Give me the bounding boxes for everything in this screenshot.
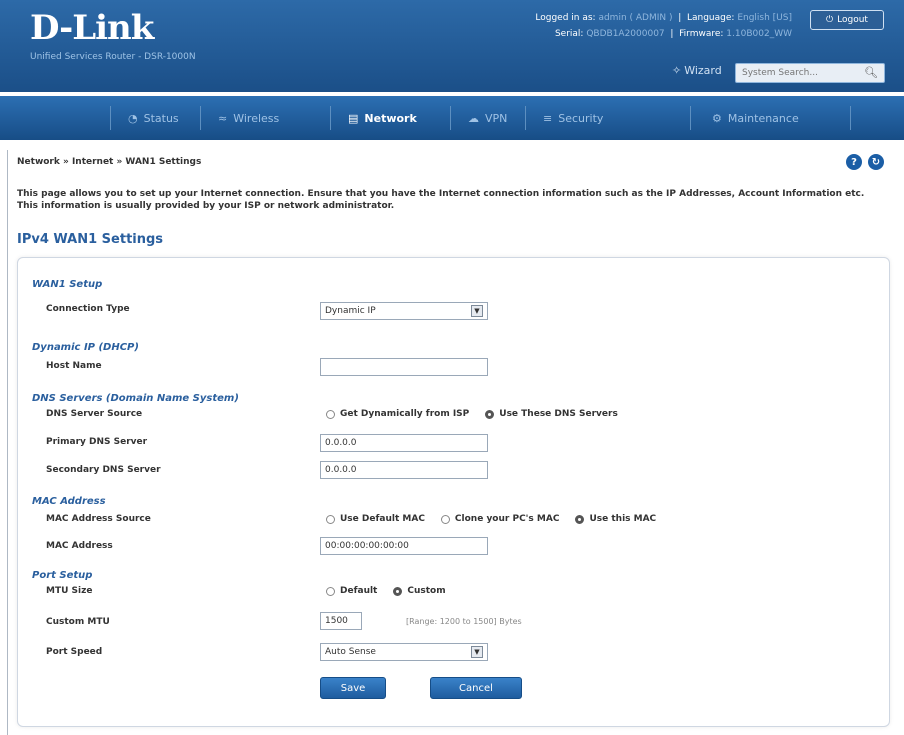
secondary-dns-label: Secondary DNS Server [46,465,161,475]
mtu-size-label: MTU Size [46,586,93,596]
language-label: Language: [686,13,735,23]
nav-divider [330,106,331,130]
port-setup-heading: Port Setup [32,570,93,581]
mac-source-label: MAC Address Source [46,514,151,524]
network-icon: ▤ [348,111,359,125]
nav-network-label: Network [364,111,417,125]
mtu-custom-label: Custom [407,586,446,596]
logged-in-user: admin ( ADMIN ) [598,13,673,23]
mac-address-label: MAC Address [46,541,113,551]
nav-vpn-label: VPN [485,111,508,125]
page-title: IPv4 WAN1 Settings [17,232,164,247]
port-speed-select[interactable]: Auto Sense ▼ [320,643,488,661]
dashboard-icon: ◔ [128,111,138,125]
mac-default-label: Use Default MAC [340,514,425,524]
product-subtitle: Unified Services Router - DSR-1000N [30,52,196,62]
port-speed-value: Auto Sense [325,647,376,657]
nav-divider [450,106,451,130]
header-info: Logged in as: admin ( ADMIN ) | Language… [535,13,792,39]
host-name-input[interactable] [320,358,488,376]
mac-clone-radio[interactable]: Clone your PC's MAC [440,514,560,524]
logout-label: Logout [837,15,868,25]
language-value[interactable]: English [US] [737,13,792,23]
wizard-label: Wizard [684,64,722,77]
chevron-down-icon: ▼ [471,646,483,658]
lock-icon: ≡ [543,111,553,125]
dhcp-heading: Dynamic IP (DHCP) [32,342,139,353]
mac-address-input[interactable] [320,537,488,555]
page-description: This page allows you to set up your Inte… [17,189,865,211]
dlink-logo: D-Link [30,8,154,48]
dns-manual-radio[interactable]: Use These DNS Servers [485,409,618,419]
mac-default-radio[interactable]: Use Default MAC [326,514,425,524]
nav-maintenance[interactable]: ⚙︎ Maintenance [712,96,799,140]
firmware-label: Firmware: [679,29,724,39]
serial-label: Serial: [554,29,584,39]
search-icon[interactable]: 🔍︎ [864,66,878,80]
custom-mtu-hint: [Range: 1200 to 1500] Bytes [406,617,522,626]
nav-divider [525,106,526,130]
secondary-dns-input[interactable] [320,461,488,479]
nav-network[interactable]: ▤ Network [348,96,417,140]
custom-mtu-label: Custom MTU [46,617,110,627]
mac-heading: MAC Address [32,496,106,507]
nav-security-label: Security [558,111,604,125]
primary-dns-input[interactable] [320,434,488,452]
serial-value: QBDB1A2000007 [586,29,665,39]
mac-clone-label: Clone your PC's MAC [454,514,560,524]
dns-source-radio-group: Get Dynamically from ISP Use These DNS S… [326,409,618,419]
mac-custom-radio[interactable]: Use this MAC [575,514,656,524]
wizard-link[interactable]: ✧ Wizard [672,64,722,77]
header-bar: D-Link Unified Services Router - DSR-100… [0,0,904,92]
save-button[interactable]: Save [320,677,386,699]
refresh-icon[interactable]: ↻ [868,154,884,170]
nav-status-label: Status [143,111,179,125]
nav-divider [690,106,691,130]
nav-divider [110,106,111,130]
custom-mtu-input[interactable] [320,612,362,630]
nav-wireless-label: Wireless [233,111,280,125]
content-border [7,150,8,735]
cancel-button[interactable]: Cancel [430,677,522,699]
nav-divider [850,106,851,130]
nav-vpn[interactable]: ☁︎ VPN [468,96,507,140]
dns-source-label: DNS Server Source [46,409,143,419]
nav-maintenance-label: Maintenance [727,111,799,125]
wand-icon: ✧ [672,64,682,77]
breadcrumb: Network » Internet » WAN1 Settings [17,157,202,167]
primary-dns-label: Primary DNS Server [46,437,148,447]
logout-button[interactable]: ⏻ Logout [810,10,884,30]
mac-source-radio-group: Use Default MAC Clone your PC's MAC Use … [326,514,656,524]
connection-type-value: Dynamic IP [325,306,376,316]
mtu-custom-radio[interactable]: Custom [393,586,446,596]
main-nav: ◔ Status ≈ Wireless ▤ Network ☁︎ VPN ≡ S… [0,96,904,140]
host-name-label: Host Name [46,361,102,371]
connection-type-label: Connection Type [46,304,130,314]
mac-custom-label: Use this MAC [589,514,657,524]
nav-security[interactable]: ≡ Security [543,96,603,140]
system-search-input[interactable] [735,63,885,83]
wan-setup-heading: WAN1 Setup [32,279,103,290]
dns-dynamic-label: Get Dynamically from ISP [340,409,470,419]
dns-dynamic-radio[interactable]: Get Dynamically from ISP [326,409,469,419]
nav-wireless[interactable]: ≈ Wireless [218,96,279,140]
gear-icon: ⚙︎ [712,111,722,125]
chevron-down-icon: ▼ [471,305,483,317]
mtu-radio-group: Default Custom [326,586,446,596]
wifi-icon: ≈ [218,111,228,125]
mtu-default-radio[interactable]: Default [326,586,377,596]
dns-manual-label: Use These DNS Servers [499,409,618,419]
firmware-value: 1.10B002_WW [726,29,792,39]
port-speed-label: Port Speed [46,647,103,657]
help-icon[interactable]: ? [846,154,862,170]
power-icon: ⏻ [826,15,834,25]
nav-status[interactable]: ◔ Status [128,96,179,140]
connection-type-select[interactable]: Dynamic IP ▼ [320,302,488,320]
mtu-default-label: Default [340,586,378,596]
nav-divider [200,106,201,130]
help-icons: ? ↻ [846,154,884,170]
dns-heading: DNS Servers (Domain Name System) [32,393,239,404]
cloud-icon: ☁︎ [468,111,479,125]
logged-in-label: Logged in as: [535,13,596,23]
